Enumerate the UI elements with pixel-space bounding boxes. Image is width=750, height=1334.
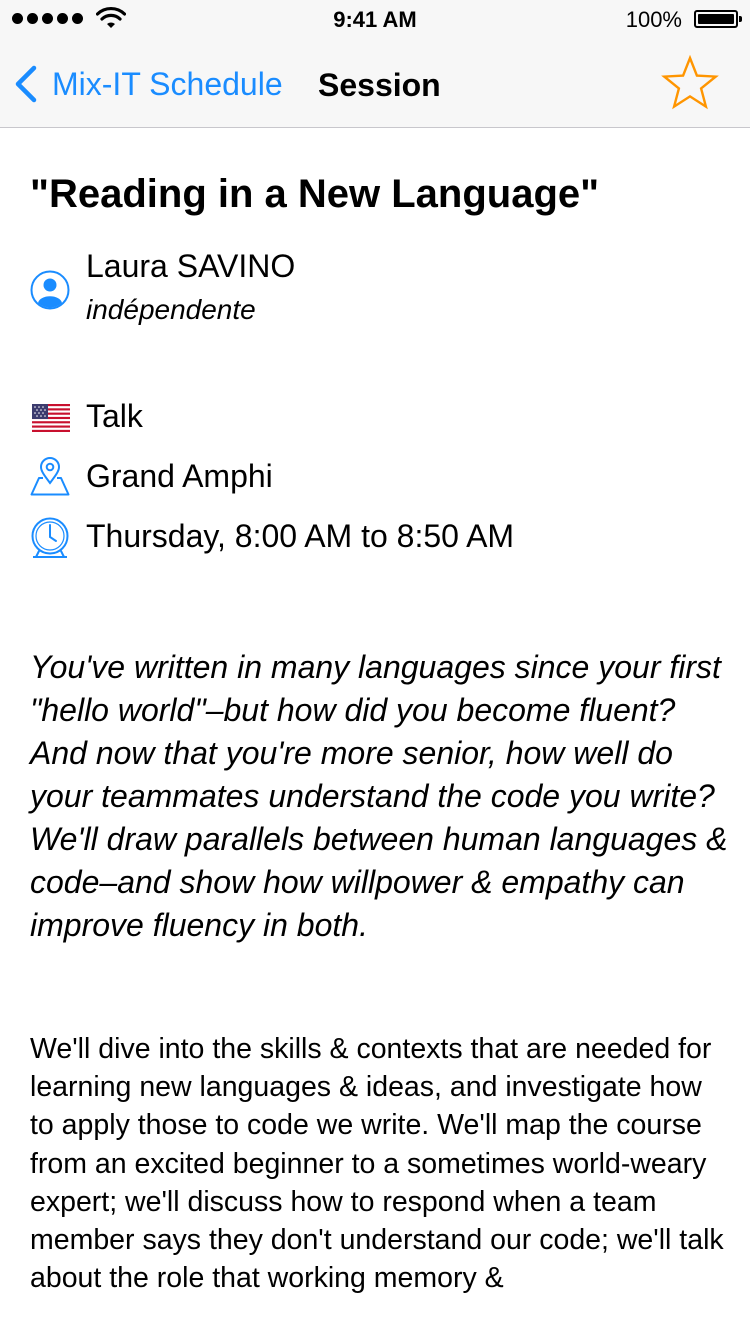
favorite-star-icon[interactable] [660, 54, 720, 114]
session-time: Thursday, 8:00 AM to 8:50 AM [86, 518, 515, 554]
person-icon [30, 270, 70, 310]
session-type: Talk [86, 398, 143, 434]
chevron-left-icon [15, 65, 37, 103]
us-flag-icon [32, 404, 70, 432]
status-bar: 9:41 AM 100% [0, 0, 750, 40]
speaker-company: indépendente [86, 294, 256, 325]
back-button-label: Mix-IT Schedule [52, 65, 283, 102]
navigation-bar: Mix-IT Schedule Session [0, 40, 750, 128]
session-room[interactable]: Grand Amphi [86, 458, 273, 495]
page-title: Session [318, 67, 441, 103]
clock-icon [31, 517, 69, 558]
speaker-name[interactable]: Laura SAVINO [86, 248, 295, 285]
back-button[interactable]: Mix-IT Schedule [12, 64, 283, 104]
battery-icon [694, 10, 742, 28]
session-abstract: You've written in many languages since y… [30, 649, 728, 943]
session-description: We'll dive into the skills & contexts th… [30, 1033, 724, 1295]
location-pin-icon [30, 457, 70, 496]
session-title: "Reading in a New Language" [30, 172, 600, 216]
battery-percentage: 100% [625, 7, 682, 32]
